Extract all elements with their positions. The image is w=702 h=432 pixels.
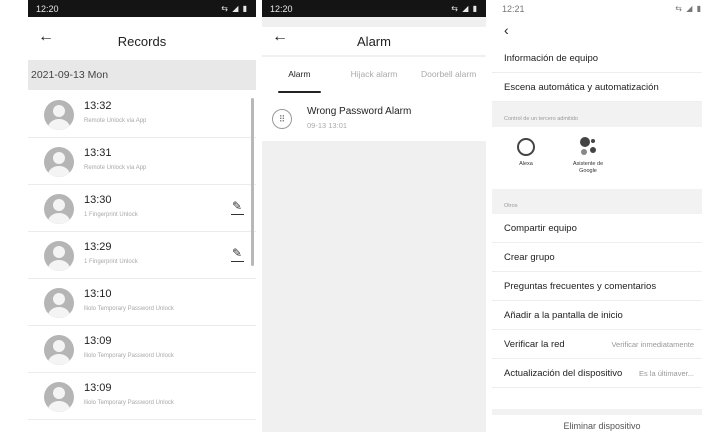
page-title: Alarm: [357, 33, 391, 49]
third-party-controls: Alexa Asistente de Google: [492, 127, 702, 189]
nav-bar: ← Alarm: [262, 27, 486, 55]
status-bar: 12:21 ⇆ ◢ ▮: [492, 0, 702, 17]
alarm-tabs: Alarm Hijack alarm Doorbell alarm: [262, 57, 486, 97]
settings-row-faq[interactable]: Preguntas frecuentes y comentarios ›: [492, 272, 702, 301]
record-row[interactable]: 13:09 lliolo Temporary Password Unlock: [28, 326, 256, 373]
settings-row-share-device[interactable]: Compartir equipo ›: [492, 214, 702, 243]
scrollbar[interactable]: [251, 98, 254, 266]
status-bar: 12:20 ⇆ ◢ ▮: [262, 0, 486, 17]
tab-hijack-alarm[interactable]: Hijack alarm: [337, 57, 412, 97]
avatar: [44, 335, 74, 365]
record-description: Remote Unlock via App: [84, 118, 147, 124]
record-description: 1 Fingerprint Unlock: [84, 259, 138, 265]
avatar: [44, 194, 74, 224]
google-assistant-tile[interactable]: Asistente de Google: [566, 137, 610, 189]
status-icons: ⇆ ◢ ▮: [675, 4, 702, 13]
settings-row-add-to-home[interactable]: Añadir a la pantalla de inicio ›: [492, 301, 702, 330]
status-time: 12:20: [36, 3, 59, 14]
records-screen: 12:20 ⇆ ◢ ▮ ← Records 2021-09-13 Mon 13:…: [28, 0, 256, 432]
record-time: 13:32: [84, 100, 112, 112]
back-arrow-icon[interactable]: ←: [272, 28, 288, 46]
settings-row-check-network[interactable]: Verificar la red Verificar inmediatament…: [492, 330, 702, 359]
record-time: 13:31: [84, 147, 112, 159]
settings-row-device-update[interactable]: Actualización del dispositivo Es la últi…: [492, 359, 702, 388]
tab-doorbell-alarm[interactable]: Doorbell alarm: [411, 57, 486, 97]
record-row[interactable]: 13:30 1 Fingerprint Unlock ✎: [28, 185, 256, 232]
status-time: 12:21: [502, 3, 525, 14]
edit-pencil-icon[interactable]: ✎: [230, 199, 245, 215]
section-header-others: Otros: [492, 189, 702, 214]
record-description: lliolo Temporary Password Unlock: [84, 306, 174, 312]
settings-row-device-info[interactable]: Información de equipo ›: [492, 44, 702, 73]
record-description: 1 Fingerprint Unlock: [84, 212, 138, 218]
page-title: Records: [117, 33, 167, 49]
alexa-icon: [516, 137, 536, 157]
status-time: 12:20: [270, 3, 293, 14]
status-icons: ⇆ ◢ ▮: [221, 4, 248, 13]
records-list: 13:32 Remote Unlock via App 13:31 Remote…: [28, 91, 256, 420]
device-settings-screen: 12:21 ⇆ ◢ ▮ ‹ Información de equipo › Es…: [492, 0, 702, 432]
nav-bar: ← Records: [28, 27, 256, 55]
record-time: 13:29: [84, 241, 112, 253]
row-label: Verificar la red: [504, 338, 565, 350]
google-assistant-icon: [578, 137, 598, 157]
row-label: Añadir a la pantalla de inicio: [504, 309, 623, 321]
record-time: 13:10: [84, 288, 112, 300]
tile-label: Asistente de Google: [572, 161, 604, 174]
date-header: 2021-09-13 Mon: [28, 60, 256, 90]
record-description: Remote Unlock via App: [84, 165, 147, 171]
alexa-tile[interactable]: Alexa: [504, 137, 548, 189]
avatar: [44, 100, 74, 130]
edit-pencil-icon[interactable]: ✎: [230, 246, 245, 262]
avatar: [44, 241, 74, 271]
row-label: Escena automática y automatización: [504, 81, 659, 93]
row-label: Actualización del dispositivo: [504, 367, 623, 379]
record-time: 13:09: [84, 335, 112, 347]
tab-alarm[interactable]: Alarm: [262, 57, 337, 97]
row-value: Verificar inmediatamente: [611, 339, 694, 349]
delete-device-label: Eliminar dispositivo: [563, 421, 641, 431]
settings-row-create-group[interactable]: Crear grupo ›: [492, 243, 702, 272]
status-bar: 12:20 ⇆ ◢ ▮: [28, 0, 256, 17]
delete-device-button[interactable]: Eliminar dispositivo: [492, 409, 702, 432]
record-row[interactable]: 13:31 Remote Unlock via App: [28, 138, 256, 185]
status-icons: ⇆ ◢ ▮: [451, 4, 478, 13]
row-label: Compartir equipo: [504, 222, 577, 234]
record-row[interactable]: 13:29 1 Fingerprint Unlock ✎: [28, 232, 256, 279]
alarm-time: 09-13 13:01: [307, 121, 348, 130]
record-description: lliolo Temporary Password Unlock: [84, 400, 174, 406]
record-row[interactable]: 13:10 lliolo Temporary Password Unlock: [28, 279, 256, 326]
row-label: Información de equipo: [504, 52, 599, 64]
record-time: 13:30: [84, 194, 112, 206]
avatar: [44, 147, 74, 177]
avatar: [44, 288, 74, 318]
tile-label: Alexa: [519, 161, 533, 167]
record-row[interactable]: 13:32 Remote Unlock via App: [28, 91, 256, 138]
back-chevron-icon[interactable]: ‹: [504, 22, 509, 38]
record-time: 13:09: [84, 382, 112, 394]
settings-list: Información de equipo › Escena automátic…: [492, 44, 702, 388]
alarm-name: Wrong Password Alarm: [307, 106, 412, 117]
row-value: Es la últimaver...: [638, 368, 694, 378]
row-label: Crear grupo: [504, 251, 555, 263]
alarm-item[interactable]: ⠿ Wrong Password Alarm 09-13 13:01: [262, 97, 486, 141]
record-row[interactable]: 13:09 lliolo Temporary Password Unlock: [28, 373, 256, 420]
avatar: [44, 382, 74, 412]
settings-row-automation[interactable]: Escena automática y automatización ›: [492, 73, 702, 102]
alarm-screen: 12:20 ⇆ ◢ ▮ ← Alarm Alarm Hijack alarm D…: [262, 0, 486, 432]
record-description: lliolo Temporary Password Unlock: [84, 353, 174, 359]
back-arrow-icon[interactable]: ←: [38, 28, 54, 46]
keypad-lock-icon: ⠿: [272, 109, 292, 129]
row-label: Preguntas frecuentes y comentarios: [504, 280, 657, 292]
section-header-third-party: Control de un tercero admitido: [492, 102, 702, 127]
